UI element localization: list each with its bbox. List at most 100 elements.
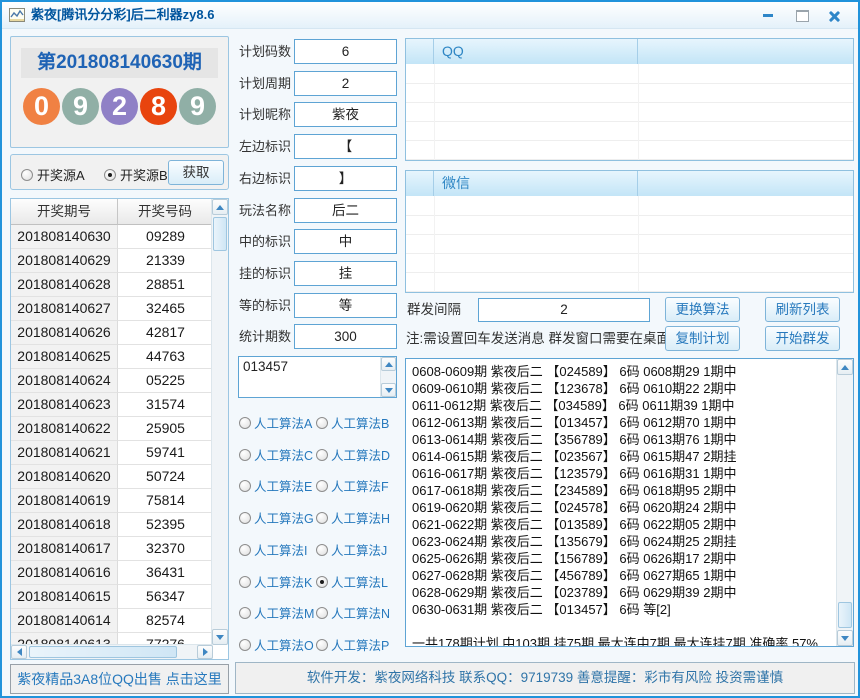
interval-input[interactable]: 2 bbox=[478, 298, 650, 322]
history-horizontal-scrollbar[interactable] bbox=[11, 644, 213, 659]
table-row[interactable]: 201808140629 21339 bbox=[11, 249, 213, 273]
scrollbar-thumb[interactable] bbox=[213, 217, 227, 251]
algorithm-option[interactable]: 人工算法K bbox=[239, 574, 312, 590]
empty-column-header[interactable] bbox=[638, 171, 853, 196]
scroll-right-button[interactable] bbox=[197, 645, 213, 659]
table-row[interactable]: 201808140627 32465 bbox=[11, 297, 213, 321]
checkbox-column-header[interactable] bbox=[406, 171, 434, 196]
list-column-divider bbox=[638, 64, 639, 160]
algorithm-option[interactable]: 人工算法G bbox=[239, 510, 314, 526]
table-row[interactable]: 201808140623 31574 bbox=[11, 393, 213, 417]
table-row[interactable]: 201808140628 28851 bbox=[11, 273, 213, 297]
table-row[interactable]: 201808140616 36431 bbox=[11, 561, 213, 585]
number-cell: 52395 bbox=[118, 513, 213, 537]
empty-column-header[interactable] bbox=[638, 39, 853, 64]
algorithm-option[interactable]: 人工算法O bbox=[239, 637, 314, 653]
qq-sale-button[interactable]: 紫夜精品3A8位QQ出售 点击这里 bbox=[10, 664, 229, 694]
algorithm-option[interactable]: 人工算法D bbox=[316, 447, 391, 463]
period-cell: 201808140629 bbox=[11, 249, 118, 273]
radio-source-b[interactable]: 开奖源B bbox=[104, 165, 168, 184]
history-vertical-scrollbar[interactable] bbox=[211, 199, 228, 645]
field-input[interactable]: 【 bbox=[294, 134, 397, 159]
field-input[interactable]: 6 bbox=[294, 39, 397, 64]
period-cell: 201808140619 bbox=[11, 489, 118, 513]
field-input[interactable]: 紫夜 bbox=[294, 102, 397, 127]
table-row[interactable]: 201808140615 56347 bbox=[11, 585, 213, 609]
plan-scrollbar[interactable] bbox=[836, 359, 853, 646]
checkbox-column-header[interactable] bbox=[406, 39, 434, 64]
scrollbar-thumb[interactable] bbox=[838, 602, 852, 628]
source-b-label: 开奖源B bbox=[120, 168, 168, 183]
algorithm-label: 人工算法G bbox=[254, 512, 314, 526]
plan-output-box[interactable]: 0608-0609期 紫夜后二 【024589】 6码 0608期29 1期中 0… bbox=[405, 358, 854, 647]
wechat-list-body[interactable] bbox=[406, 196, 853, 292]
field-input[interactable]: 300 bbox=[294, 324, 397, 349]
field-input[interactable]: 挂 bbox=[294, 261, 397, 286]
algorithm-option[interactable]: 人工算法N bbox=[316, 605, 390, 621]
table-row[interactable]: 201808140621 59741 bbox=[11, 441, 213, 465]
table-row[interactable]: 201808140618 52395 bbox=[11, 513, 213, 537]
refresh-list-button[interactable]: 刷新列表 bbox=[765, 297, 840, 322]
table-row[interactable]: 201808140626 42817 bbox=[11, 321, 213, 345]
arrow-up-icon bbox=[841, 364, 849, 370]
maximize-button[interactable] bbox=[790, 7, 814, 24]
radio-selected-icon bbox=[316, 575, 328, 588]
algorithm-option[interactable]: 人工算法A bbox=[239, 415, 312, 431]
table-row[interactable]: 201808140622 25905 bbox=[11, 417, 213, 441]
close-button[interactable] bbox=[822, 7, 846, 24]
scroll-down-button[interactable] bbox=[837, 630, 853, 646]
arrow-down-icon bbox=[384, 387, 393, 393]
table-row[interactable]: 201808140630 09289 bbox=[11, 225, 213, 249]
table-row[interactable]: 201808140619 75814 bbox=[11, 489, 213, 513]
table-row[interactable]: 201808140624 05225 bbox=[11, 369, 213, 393]
field-input[interactable]: 2 bbox=[294, 71, 397, 96]
algorithm-option[interactable]: 人工算法F bbox=[316, 478, 389, 494]
table-row[interactable]: 201808140617 32370 bbox=[11, 537, 213, 561]
column-header-period[interactable]: 开奖期号 bbox=[11, 199, 118, 225]
change-algorithm-button[interactable]: 更换算法 bbox=[665, 297, 740, 322]
field-input[interactable]: 后二 bbox=[294, 198, 397, 223]
algorithm-option[interactable]: 人工算法B bbox=[316, 415, 389, 431]
minimize-button[interactable] bbox=[756, 7, 780, 24]
scroll-up-button[interactable] bbox=[381, 357, 396, 371]
algorithm-option[interactable]: 人工算法H bbox=[316, 510, 390, 526]
plan-line: 0617-0618期 紫夜后二 【234589】 6码 0618期95 2期中 bbox=[412, 483, 737, 498]
codes-scrollbar[interactable] bbox=[380, 357, 396, 397]
algorithm-label: 人工算法D bbox=[331, 449, 391, 463]
algorithm-option[interactable]: 人工算法J bbox=[316, 542, 387, 558]
algorithm-option[interactable]: 人工算法L bbox=[316, 574, 388, 590]
algorithm-option[interactable]: 人工算法P bbox=[316, 637, 389, 653]
fetch-button[interactable]: 获取 bbox=[168, 160, 224, 185]
scrollbar-thumb[interactable] bbox=[29, 646, 177, 658]
start-broadcast-button[interactable]: 开始群发 bbox=[765, 326, 840, 351]
column-header-number[interactable]: 开奖号码 bbox=[118, 199, 213, 225]
number-cell: 75814 bbox=[118, 489, 213, 513]
radio-source-a[interactable]: 开奖源A bbox=[21, 165, 85, 184]
scroll-up-button[interactable] bbox=[837, 359, 853, 375]
table-row[interactable]: 201808140614 82574 bbox=[11, 609, 213, 633]
qq-column-header[interactable]: QQ bbox=[434, 39, 638, 64]
scroll-left-button[interactable] bbox=[11, 645, 27, 659]
scroll-down-button[interactable] bbox=[381, 383, 396, 397]
radio-icon bbox=[239, 448, 251, 461]
algorithm-option[interactable]: 人工算法M bbox=[239, 605, 314, 621]
algorithm-option[interactable]: 人工算法C bbox=[239, 447, 313, 463]
copy-plan-button[interactable]: 复制计划 bbox=[665, 326, 740, 351]
table-row[interactable]: 201808140620 50724 bbox=[11, 465, 213, 489]
algorithm-option[interactable]: 人工算法I bbox=[239, 542, 307, 558]
scroll-up-button[interactable] bbox=[212, 199, 228, 215]
field-label: 中的标识 bbox=[239, 234, 292, 249]
field-input[interactable]: 】 bbox=[294, 166, 397, 191]
algorithm-label: 人工算法F bbox=[331, 480, 389, 494]
algorithm-option[interactable]: 人工算法E bbox=[239, 478, 312, 494]
source-a-label: 开奖源A bbox=[37, 168, 85, 183]
field-input[interactable]: 等 bbox=[294, 293, 397, 318]
number-cell: 05225 bbox=[118, 369, 213, 393]
wechat-column-header[interactable]: 微信 bbox=[434, 171, 638, 196]
field-input[interactable]: 中 bbox=[294, 229, 397, 254]
codes-listbox[interactable]: 013457 bbox=[238, 356, 397, 398]
qq-list-body[interactable] bbox=[406, 64, 853, 160]
scroll-down-button[interactable] bbox=[212, 629, 228, 645]
period-cell: 201808140618 bbox=[11, 513, 118, 537]
table-row[interactable]: 201808140625 44763 bbox=[11, 345, 213, 369]
